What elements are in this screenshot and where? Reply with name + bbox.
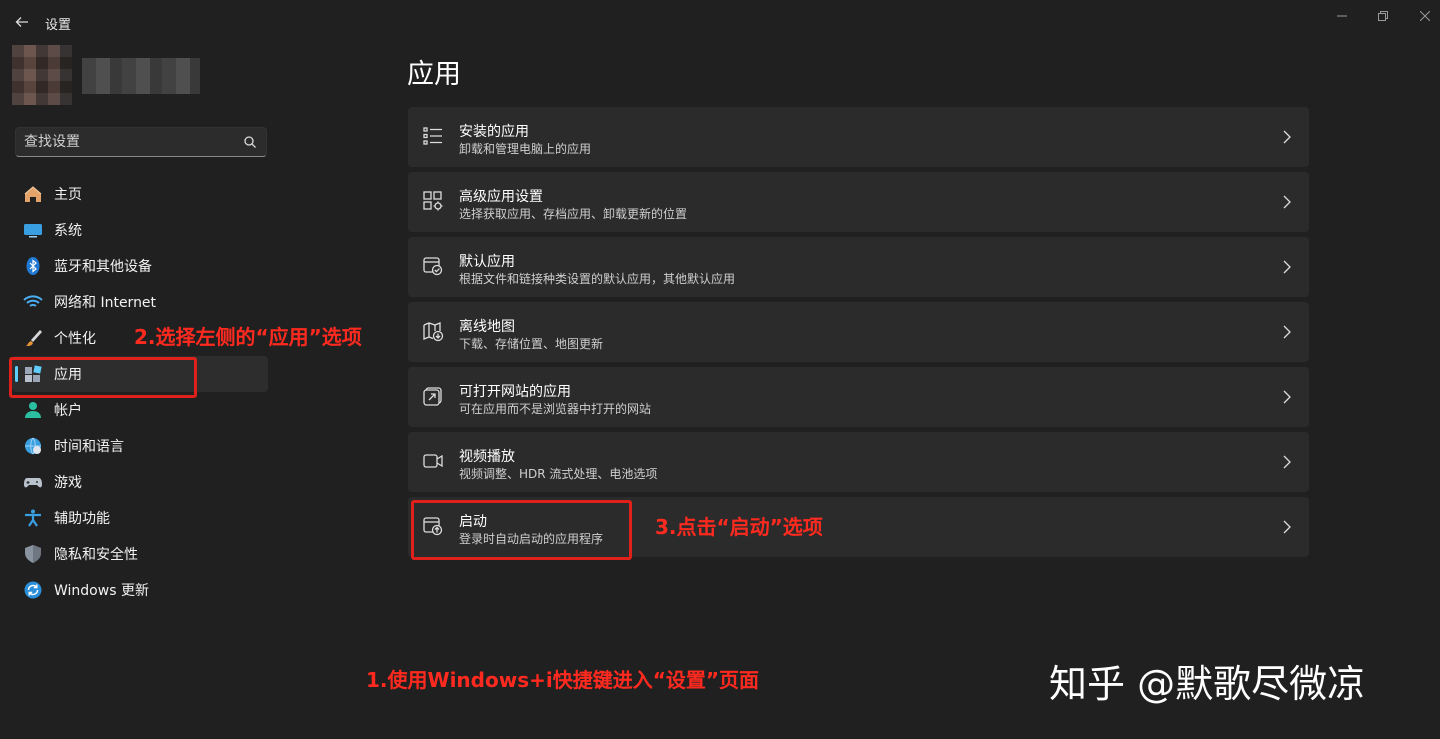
card-subtitle: 可在应用而不是浏览器中打开的网站: [459, 402, 652, 416]
sidebar-item-label: 帐户: [54, 403, 82, 419]
sidebar-item-label: 主页: [54, 187, 82, 203]
window-title: 设置: [45, 18, 72, 33]
default-apps-icon: [423, 257, 443, 276]
sidebar-item-label: 蓝牙和其他设备: [54, 259, 152, 275]
card-installed-apps[interactable]: 安装的应用 卸载和管理电脑上的应用: [408, 107, 1309, 167]
card-apps-for-websites[interactable]: 可打开网站的应用 可在应用而不是浏览器中打开的网站: [408, 367, 1309, 427]
chevron-right-icon: [1283, 455, 1291, 469]
chevron-right-icon: [1283, 390, 1291, 404]
person-icon: [23, 400, 43, 420]
brush-icon: [23, 328, 43, 348]
annotation-step1: 1.使用Windows+i快捷键进入“设置”页面: [366, 668, 760, 692]
title-bar: 设置: [0, 0, 1440, 44]
minimize-icon: [1337, 15, 1347, 17]
chevron-right-icon: [1283, 195, 1291, 209]
chevron-right-icon: [1283, 130, 1291, 144]
annotation-step3: 3.点击“启动”选项: [655, 515, 823, 539]
app-settings-icon: [423, 191, 443, 211]
card-subtitle: 视频调整、HDR 流式处理、电池选项: [459, 467, 658, 481]
arrow-left-icon: [15, 17, 28, 27]
card-title: 默认应用: [459, 254, 515, 270]
sidebar-item-bluetooth[interactable]: 蓝牙和其他设备: [12, 248, 268, 284]
close-icon: [1420, 11, 1430, 21]
page-title: 应用: [407, 59, 461, 90]
sidebar-item-label: 时间和语言: [54, 439, 124, 455]
minimize-button[interactable]: [1332, 6, 1352, 26]
sidebar-item-privacy[interactable]: 隐私和安全性: [12, 536, 268, 572]
update-icon: [23, 580, 43, 600]
settings-cards: 安装的应用 卸载和管理电脑上的应用 高级应用设置 选择获取应用、存档应用、卸载更…: [408, 107, 1309, 562]
globe-clock-icon: [23, 436, 43, 456]
sidebar-item-label: 游戏: [54, 475, 82, 491]
video-icon: [423, 454, 443, 468]
accessibility-icon: [23, 508, 43, 528]
sidebar-item-home[interactable]: 主页: [12, 176, 268, 212]
watermark: 知乎 @默歌尽微凉: [1049, 662, 1366, 706]
sidebar-item-system[interactable]: 系统: [12, 212, 268, 248]
card-title: 安装的应用: [459, 124, 529, 140]
wifi-icon: [23, 292, 43, 312]
sidebar-item-label: 隐私和安全性: [54, 547, 138, 563]
sidebar-item-label: Windows 更新: [54, 583, 149, 599]
bluetooth-icon: [23, 256, 43, 276]
search-icon[interactable]: [243, 135, 257, 149]
shield-icon: [23, 544, 43, 564]
card-subtitle: 选择获取应用、存档应用、卸载更新的位置: [459, 207, 688, 221]
sidebar-item-label: 辅助功能: [54, 511, 110, 527]
sidebar-item-label: 网络和 Internet: [54, 295, 157, 311]
card-title: 视频播放: [459, 449, 515, 465]
list-icon: [423, 127, 442, 145]
card-title: 离线地图: [459, 319, 515, 335]
card-offline-maps[interactable]: 离线地图 下载、存储位置、地图更新: [408, 302, 1309, 362]
map-icon: [423, 322, 444, 342]
card-default-apps[interactable]: 默认应用 根据文件和链接种类设置的默认应用，其他默认应用: [408, 237, 1309, 297]
sidebar-item-gaming[interactable]: 游戏: [12, 464, 268, 500]
close-button[interactable]: [1415, 6, 1435, 26]
search-box[interactable]: [15, 127, 267, 157]
card-subtitle: 卸载和管理电脑上的应用: [459, 142, 592, 156]
open-external-icon: [423, 387, 442, 406]
sidebar-item-label: 系统: [54, 223, 82, 239]
back-button[interactable]: [10, 10, 34, 34]
card-title: 高级应用设置: [459, 189, 543, 205]
sidebar-item-label: 个性化: [54, 331, 96, 347]
card-subtitle: 下载、存储位置、地图更新: [459, 337, 604, 351]
profile-name-blurred: [82, 58, 200, 94]
chevron-right-icon: [1283, 325, 1291, 339]
sidebar-item-network[interactable]: 网络和 Internet: [12, 284, 268, 320]
card-subtitle: 根据文件和链接种类设置的默认应用，其他默认应用: [459, 272, 736, 286]
sidebar-item-windows-update[interactable]: Windows 更新: [12, 572, 268, 608]
chevron-right-icon: [1283, 520, 1291, 534]
annotation-step2: 2.选择左侧的“应用”选项: [134, 325, 362, 349]
card-title: 可打开网站的应用: [459, 384, 571, 400]
maximize-icon: [1378, 11, 1388, 21]
annotation-box-apps: [9, 357, 197, 398]
card-advanced-app-settings[interactable]: 高级应用设置 选择获取应用、存档应用、卸载更新的位置: [408, 172, 1309, 232]
card-video-playback[interactable]: 视频播放 视频调整、HDR 流式处理、电池选项: [408, 432, 1309, 492]
sidebar-item-time-language[interactable]: 时间和语言: [12, 428, 268, 464]
monitor-icon: [23, 220, 43, 240]
gamepad-icon: [23, 472, 43, 492]
chevron-right-icon: [1283, 260, 1291, 274]
search-input[interactable]: [24, 128, 244, 156]
sidebar-item-accessibility[interactable]: 辅助功能: [12, 500, 268, 536]
maximize-button[interactable]: [1373, 6, 1393, 26]
home-icon: [23, 184, 43, 204]
avatar[interactable]: [12, 45, 72, 105]
annotation-box-startup: [411, 500, 632, 560]
